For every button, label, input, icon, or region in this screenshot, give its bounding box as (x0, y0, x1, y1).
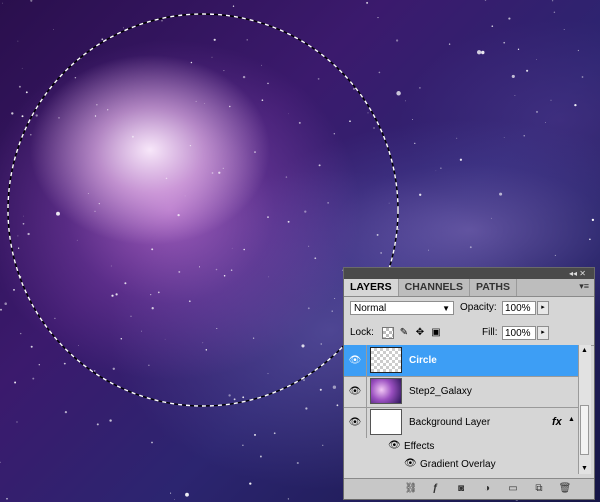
layer-thumbnail (370, 409, 402, 435)
eye-icon[interactable]: 👁 (404, 458, 417, 469)
layer-name: Background Layer (409, 417, 491, 428)
new-layer-icon[interactable]: ⧉ (532, 482, 546, 496)
panel-tabs: LAYERS CHANNELS PATHS ▾≡ (344, 279, 594, 297)
tab-paths[interactable]: PATHS (470, 279, 518, 296)
padlock-icon[interactable]: ▣ (430, 327, 442, 339)
layer-thumbnail (370, 347, 402, 373)
layers-scrollbar[interactable]: ▲ ▼ (578, 345, 591, 474)
lock-label: Lock: (350, 327, 374, 338)
blend-mode-value: Normal (354, 303, 387, 314)
eye-icon[interactable]: 👁 (344, 407, 367, 438)
brush-icon[interactable]: ✎ (398, 327, 410, 339)
checker-lock-icon[interactable] (382, 327, 394, 339)
layer-row-galaxy[interactable]: 👁 Step2_Galaxy (344, 376, 578, 408)
mask-icon[interactable]: ◙ (454, 482, 468, 496)
scroll-down-icon[interactable]: ▼ (581, 465, 588, 472)
fill-label: Fill: (482, 327, 498, 338)
effects-label: Effects (404, 441, 435, 452)
scroll-up-icon[interactable]: ▲ (581, 347, 588, 354)
scrollbar-thumb[interactable] (580, 405, 589, 455)
folder-icon[interactable]: ▭ (506, 482, 520, 496)
blend-mode-select[interactable]: Normal ▼ (350, 301, 454, 315)
opacity-label: Opacity: (460, 302, 497, 313)
move-icon[interactable]: ✥ (414, 327, 426, 339)
effect-item-gradient-overlay[interactable]: 👁 Gradient Overlay (344, 456, 578, 474)
fill-slider-button[interactable]: ▸ (537, 326, 549, 340)
tab-channels[interactable]: CHANNELS (399, 279, 470, 296)
layer-row-background[interactable]: 👁 Background Layer fx ▲ (344, 407, 578, 438)
layers-list: 👁 Circle 👁 Step2_Galaxy 👁 Background Lay… (344, 345, 578, 474)
layer-row-circle[interactable]: 👁 Circle (344, 345, 578, 377)
link-icon[interactable]: ⛓ (404, 482, 418, 496)
layer-thumbnail (370, 378, 402, 404)
effects-row[interactable]: 👁 Effects (344, 438, 578, 456)
collapse-icon[interactable]: ◂◂ ✕ (569, 268, 586, 279)
fx-icon[interactable]: ƒ (428, 482, 442, 496)
lock-row: Lock: ✎ ✥ ▣ Fill: 100% ▸ (344, 321, 594, 346)
layers-panel: ◂◂ ✕ LAYERS CHANNELS PATHS ▾≡ Normal ▼ O… (343, 267, 595, 500)
panel-menu-icon[interactable]: ▾≡ (579, 281, 589, 292)
opacity-slider-button[interactable]: ▸ (537, 301, 549, 315)
tab-layers[interactable]: LAYERS (344, 279, 399, 296)
layer-name: Circle (409, 355, 437, 366)
fx-badge[interactable]: fx (552, 407, 562, 438)
layer-name: Step2_Galaxy (409, 386, 472, 397)
chevron-up-icon[interactable]: ▲ (568, 416, 575, 423)
eye-icon[interactable]: 👁 (344, 345, 367, 376)
blend-row: Normal ▼ Opacity: 100% ▸ (344, 297, 594, 321)
eye-icon[interactable]: 👁 (344, 376, 367, 407)
panel-bottom-toolbar: ⛓ ƒ ◙ ◑ ▭ ⧉ 🗑 (344, 478, 594, 499)
opacity-field[interactable]: 100% (502, 301, 536, 315)
trash-icon[interactable]: 🗑 (558, 482, 572, 496)
panel-title-bar[interactable]: ◂◂ ✕ (344, 268, 594, 279)
fill-field[interactable]: 100% (502, 326, 536, 340)
chevron-down-icon: ▼ (442, 304, 450, 313)
eye-icon[interactable]: 👁 (388, 440, 401, 451)
effect-name: Gradient Overlay (420, 459, 496, 470)
adjustment-icon[interactable]: ◑ (480, 482, 494, 496)
